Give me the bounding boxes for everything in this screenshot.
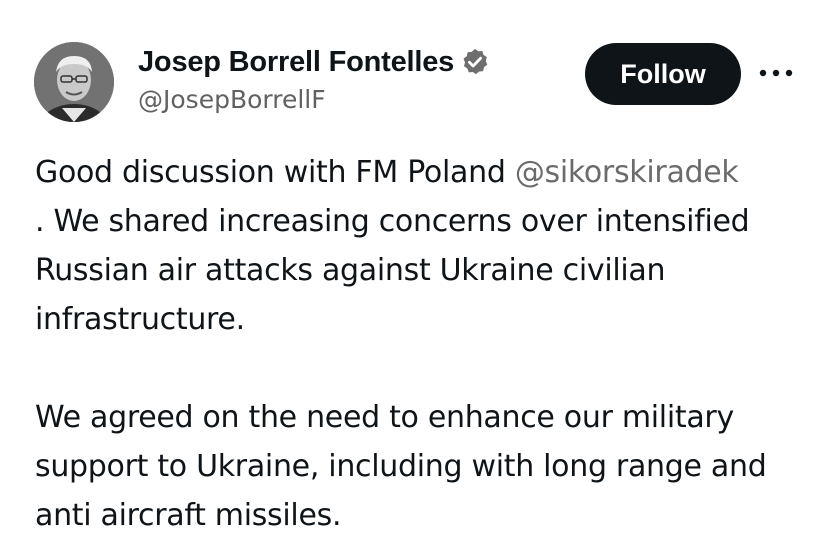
tweet-paragraph-2: We agreed on the need to enhance our mil… [35,400,767,533]
author-handle[interactable]: @JosepBorrellF [138,85,326,114]
author-name-row: Josep Borrell Fontelles [138,42,490,82]
avatar-image [34,42,114,122]
author-display-name[interactable]: Josep Borrell Fontelles [138,46,454,79]
tweet-text-start: Good discussion with FM Poland [35,155,515,190]
verified-badge-icon [460,47,490,77]
more-options-icon[interactable] [756,58,796,88]
tweet-text: Good discussion with FM Poland @sikorski… [35,148,805,540]
tweet-card: Josep Borrell Fontelles @JosepBorrellF F… [0,0,828,553]
mention-link[interactable]: @sikorskiradek [515,155,739,190]
author-avatar[interactable] [34,42,114,122]
tweet-text-continued: . We shared increasing concerns over int… [35,204,750,337]
follow-button[interactable]: Follow [585,43,741,105]
tweet-paragraph-1: Good discussion with FM Poland @sikorski… [35,148,805,344]
